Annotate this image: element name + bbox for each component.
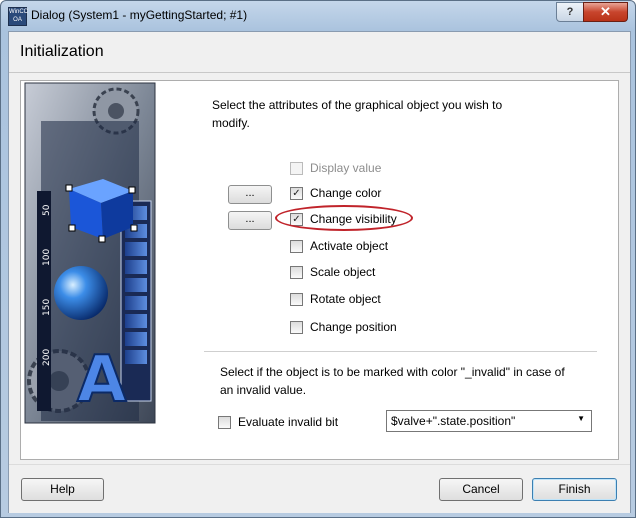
ruler-icon: 50 100 150 200: [37, 191, 52, 411]
invalid-dp-dropdown[interactable]: $valve+".state.position" ▼: [386, 410, 592, 432]
section-separator: [204, 351, 597, 352]
option-activate-object-label: Activate object: [310, 239, 389, 253]
wizard-illustration: 50 100 150 200 A: [21, 81, 159, 425]
attributes-instruction: Select the attributes of the graphical o…: [212, 98, 503, 130]
checkbox-display-value[interactable]: [290, 161, 303, 175]
scale-label-150: 150: [42, 299, 52, 316]
checkbox-evaluate-invalid-bit[interactable]: [218, 415, 231, 429]
invalid-dp-dropdown-value: $valve+".state.position": [391, 414, 516, 428]
window-title: Dialog (System1 - myGettingStarted; #1): [31, 8, 248, 22]
scale-label-100: 100: [42, 249, 52, 266]
letter-a-icon: A: [77, 343, 127, 417]
highlight-circle: [275, 205, 413, 231]
checkbox-rotate-object[interactable]: [290, 292, 303, 306]
illustration-svg: 50 100 150 200 A: [21, 81, 159, 425]
dialog-footer: Help Cancel Finish: [9, 464, 630, 513]
page-title: Initialization: [20, 43, 104, 60]
help-button[interactable]: Help: [21, 478, 104, 501]
title-help-button[interactable]: ?: [556, 2, 584, 22]
checkbox-change-color[interactable]: ✓: [290, 186, 303, 200]
option-change-color-label: Change color: [310, 186, 382, 200]
title-bar[interactable]: WinCC OA Dialog (System1 - myGettingStar…: [1, 1, 635, 31]
change-color-settings-button[interactable]: ...: [228, 185, 272, 204]
dialog-window: WinCC OA Dialog (System1 - myGettingStar…: [0, 0, 636, 518]
option-rotate-object-label: Rotate object: [310, 292, 381, 306]
option-change-color[interactable]: ✓ Change color: [290, 184, 381, 202]
cancel-button[interactable]: Cancel: [439, 478, 523, 501]
checkbox-scale-object[interactable]: [290, 265, 303, 279]
evaluate-invalid-bit-label: Evaluate invalid bit: [238, 415, 339, 429]
option-scale-object[interactable]: Scale object: [290, 263, 375, 281]
scale-label-50: 50: [42, 204, 52, 216]
option-display-value[interactable]: Display value: [290, 159, 381, 177]
title-close-button[interactable]: ✕: [583, 2, 628, 22]
option-display-value-label: Display value: [310, 161, 382, 175]
option-rotate-object[interactable]: Rotate object: [290, 290, 381, 308]
change-visibility-settings-button[interactable]: ...: [228, 211, 272, 230]
option-activate-object[interactable]: Activate object: [290, 237, 388, 255]
invalid-instruction: Select if the object is to be marked wit…: [220, 365, 565, 397]
content-panel: 50 100 150 200 A Select the attributes o…: [20, 80, 619, 460]
dialog-client: Initialization 50 100 150 200 A Select t…: [8, 31, 631, 513]
sphere-icon: [54, 266, 108, 320]
app-icon: WinCC OA: [8, 7, 28, 26]
scale-label-200: 200: [42, 349, 52, 366]
option-scale-object-label: Scale object: [310, 265, 376, 279]
option-change-position-label: Change position: [310, 320, 397, 334]
evaluate-invalid-bit-option[interactable]: Evaluate invalid bit: [218, 413, 338, 431]
option-change-position[interactable]: Change position: [290, 318, 397, 336]
checkbox-activate-object[interactable]: [290, 239, 303, 253]
finish-button[interactable]: Finish: [532, 478, 617, 501]
checkbox-change-position[interactable]: [290, 320, 303, 334]
header-band: Initialization: [9, 32, 630, 73]
chevron-down-icon[interactable]: ▼: [577, 414, 585, 423]
